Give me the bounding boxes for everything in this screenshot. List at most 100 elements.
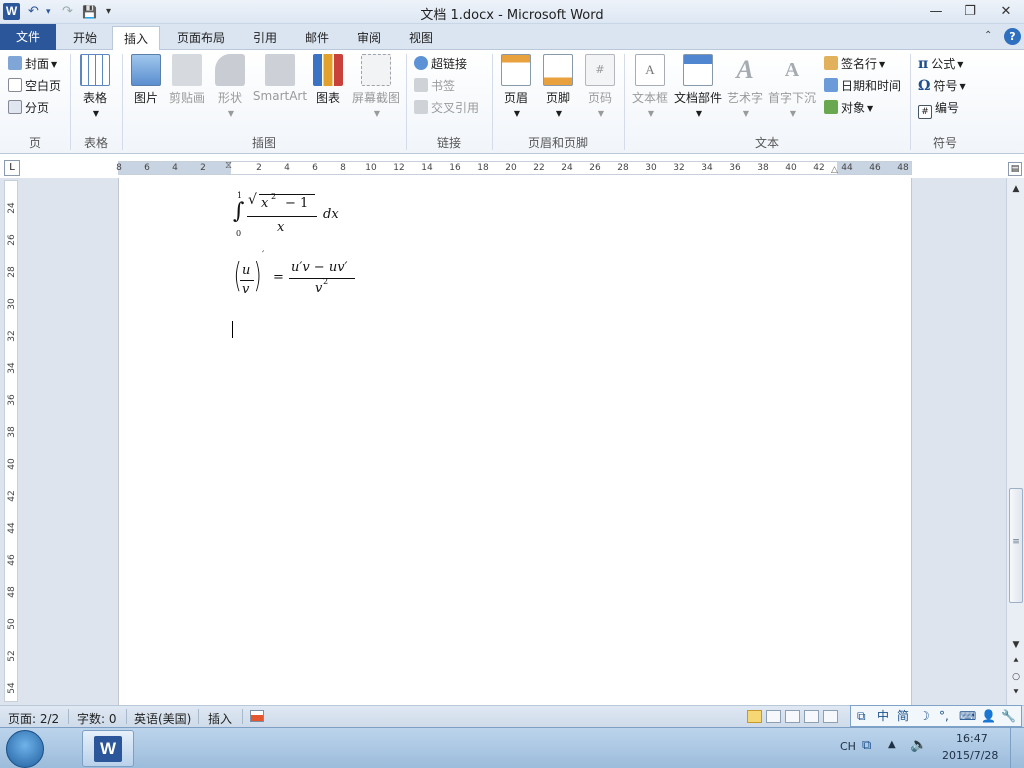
previous-page-icon[interactable]: ⯅ [1007, 656, 1024, 666]
equation-quotient-rule[interactable]: ( u v ) ′ = u′v − uv′ v 2 [231, 250, 371, 304]
word-count[interactable]: 字数: 0 [77, 710, 117, 727]
macro-record-icon[interactable] [250, 710, 264, 722]
ime-punctuation-icon[interactable]: °, [939, 706, 949, 726]
outline-view-icon[interactable] [804, 710, 819, 723]
start-button[interactable] [6, 730, 44, 768]
tab-view[interactable]: 视图 [398, 26, 444, 50]
document-page[interactable]: 1 ∫ 0 √ x 2 − 1 x dx ( u v ) ′ = u′v − u… [118, 178, 912, 705]
date-time-button[interactable]: 日期和时间 [824, 76, 901, 96]
quick-parts-button[interactable]: 文档部件 ▼ [672, 54, 724, 120]
number-button[interactable]: # 编号 [918, 98, 959, 119]
scrollbar-thumb[interactable]: ≡ [1009, 488, 1023, 603]
next-page-icon[interactable]: ⯆ [1007, 688, 1024, 698]
clock-time[interactable]: 16:47 [956, 732, 988, 745]
clip-art-button[interactable]: 剪贴画 [166, 54, 208, 106]
quick-parts-label: 文档部件 [673, 91, 722, 105]
ime-user-icon[interactable]: 👤 [981, 706, 996, 726]
ime-settings-icon[interactable]: 🔧 [1001, 706, 1016, 726]
wordart-icon: A [736, 55, 754, 84]
print-layout-view-icon[interactable] [747, 710, 762, 723]
scroll-up-icon[interactable]: ▲ [1007, 184, 1024, 194]
blank-page-button[interactable]: 空白页 [8, 76, 61, 96]
ime-halfwidth-icon[interactable]: ☽ [919, 706, 930, 726]
tab-page-layout[interactable]: 页面布局 [168, 26, 234, 50]
cross-reference-button[interactable]: 交叉引用 [414, 98, 479, 118]
tab-home[interactable]: 开始 [62, 26, 108, 50]
wordart-button[interactable]: A 艺术字 ▼ [726, 54, 764, 120]
table-label: 表格 [82, 91, 107, 105]
clock-date[interactable]: 2015/7/28 [942, 749, 998, 762]
tab-file[interactable]: 文件 [0, 24, 56, 50]
object-button[interactable]: 对象 ▼ [824, 98, 873, 118]
chart-button[interactable]: 图表 [310, 54, 346, 106]
picture-label: 图片 [133, 91, 158, 105]
header-icon [501, 54, 531, 86]
equation-integral[interactable]: 1 ∫ 0 √ x 2 − 1 x dx [231, 191, 351, 240]
horizontal-ruler[interactable]: 8 6 4 2 2 4 6 8 10 12 14 16 18 20 22 24 26 28 30 32 34 36 38 40… [116, 160, 912, 175]
ruler-tick-label: 2 [256, 163, 262, 173]
bookmark-icon [414, 78, 428, 92]
picture-button[interactable]: 图片 [128, 54, 164, 106]
volume-icon[interactable]: 🔈 [910, 737, 927, 753]
equation-button[interactable]: π 公式 ▼ [918, 54, 963, 74]
show-hidden-icons-icon[interactable]: ▲ [888, 739, 896, 750]
tab-references[interactable]: 引用 [242, 26, 288, 50]
text-box-button[interactable]: A 文本框 ▼ [630, 54, 670, 120]
bookmark-button[interactable]: 书签 [414, 76, 455, 96]
input-language-indicator[interactable]: CH [840, 740, 856, 753]
draft-view-icon[interactable] [823, 710, 838, 723]
collapse-ribbon-icon[interactable]: ⌃ [984, 30, 992, 41]
page-break-button[interactable]: 分页 [8, 98, 49, 118]
close-button[interactable]: ✕ [992, 2, 1020, 22]
web-layout-view-icon[interactable] [785, 710, 800, 723]
table-button[interactable]: 表格 ▼ [74, 54, 116, 120]
help-icon[interactable]: ? [1004, 28, 1021, 45]
tab-insert[interactable]: 插入 [112, 26, 160, 50]
number-icon: # [918, 105, 932, 119]
cover-page-label: 封面 [25, 57, 50, 71]
screenshot-button[interactable]: 屏幕截图 ▼ [348, 54, 404, 120]
cover-page-icon [8, 56, 22, 70]
page-count[interactable]: 页面: 2/2 [8, 710, 59, 727]
cross-reference-label: 交叉引用 [431, 101, 480, 115]
symbol-button[interactable]: Ω 符号 ▼ [918, 76, 966, 96]
ime-mode-chinese[interactable]: 中 [877, 706, 889, 726]
page-number-button[interactable]: # 页码 ▼ [582, 54, 618, 120]
minimize-button[interactable]: — [922, 2, 950, 22]
taskbar-word-button[interactable]: W [82, 730, 134, 767]
drop-cap-button[interactable]: A 首字下沉 ▼ [766, 54, 818, 120]
tab-selector[interactable]: L [4, 160, 20, 176]
show-desktop-button[interactable] [1010, 728, 1024, 768]
vertical-ruler[interactable]: 24 26 28 30 32 34 36 38 40 42 44 46 48 50 52 54 [4, 180, 18, 702]
group-label-tables: 表格 [83, 136, 108, 150]
indent-marker-icon[interactable]: ⧖ [225, 160, 232, 171]
signature-line-button[interactable]: 签名行 ▼ [824, 54, 885, 74]
vertical-scrollbar[interactable]: ▲ ≡ ▼ ⯅ ○ ⯆ [1006, 178, 1024, 705]
ime-tray-icon[interactable]: ⧉ [862, 738, 871, 753]
right-paren-icon: ) [253, 256, 262, 296]
hyperlink-button[interactable]: 超链接 [414, 54, 467, 74]
scroll-down-icon[interactable]: ▼ [1007, 640, 1024, 650]
language-indicator[interactable]: 英语(美国) [134, 710, 191, 727]
restore-button[interactable]: ❐ [956, 2, 984, 22]
select-browse-object-icon[interactable]: ○ [1007, 672, 1024, 682]
tab-review[interactable]: 审阅 [346, 26, 392, 50]
blank-page-icon [8, 78, 22, 92]
full-screen-reading-view-icon[interactable] [766, 710, 781, 723]
right-indent-marker-icon[interactable]: △ [831, 165, 838, 175]
insert-mode-indicator[interactable]: 插入 [208, 710, 232, 727]
shapes-button[interactable]: 形状 ▼ [210, 54, 250, 120]
ime-keyboard-icon[interactable]: ⌨ [959, 706, 976, 726]
header-button[interactable]: 页眉 ▼ [498, 54, 534, 120]
page-break-label: 分页 [25, 101, 50, 115]
footer-button[interactable]: 页脚 ▼ [540, 54, 576, 120]
view-ruler-icon[interactable]: ▤ [1008, 162, 1022, 176]
shapes-label: 形状 [217, 91, 242, 105]
tab-mailings[interactable]: 邮件 [294, 26, 340, 50]
ime-logo-icon[interactable]: ⧉ [857, 706, 866, 726]
ruler-tick-label: 20 [505, 163, 517, 173]
ruler-tick-label: 4 [172, 163, 178, 173]
ime-simplified[interactable]: 简 [897, 706, 909, 726]
cover-page-button[interactable]: 封面 ▼ [8, 54, 57, 74]
smartart-button[interactable]: SmartArt [252, 54, 308, 103]
